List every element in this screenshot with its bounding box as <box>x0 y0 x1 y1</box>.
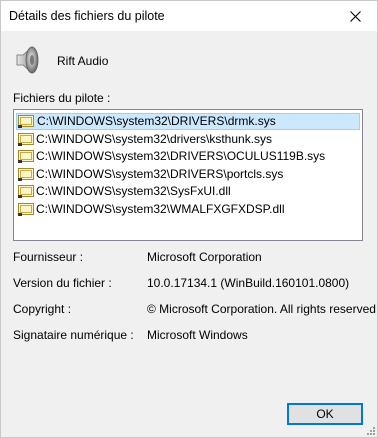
signer-label: Signataire numérique : <box>13 328 134 342</box>
file-item-1[interactable]: C:\WINDOWS\system32\drivers\ksthunk.sys <box>16 131 360 148</box>
title-bar: Détails des fichiers du pilote <box>1 1 377 31</box>
resize-grip-icon[interactable] <box>364 424 376 436</box>
file-path: C:\WINDOWS\system32\DRIVERS\portcls.sys <box>36 166 284 181</box>
driver-file-icon <box>18 167 34 181</box>
ok-button[interactable]: OK <box>287 403 363 425</box>
provider-value: Microsoft Corporation <box>147 250 262 264</box>
copyright-row: Copyright : © Microsoft Corporation. All… <box>13 302 377 318</box>
file-path: C:\WINDOWS\system32\SysFxUI.dll <box>36 184 231 198</box>
driver-file-icon <box>18 115 34 128</box>
file-path: C:\WINDOWS\system32\DRIVERS\OCULUS119B.s… <box>36 149 326 163</box>
driver-file-details-dialog: Détails des fichiers du pilote Rift Audi… <box>0 0 378 438</box>
driver-file-icon <box>18 202 34 216</box>
driver-files-label: Fichiers du pilote : <box>13 91 111 105</box>
driver-file-icon <box>18 150 34 163</box>
copyright-label: Copyright : <box>13 302 72 316</box>
dialog-title: Détails des fichiers du pilote <box>9 9 165 23</box>
file-item-0[interactable]: C:\WINDOWS\system32\DRIVERS\drmk.sys <box>16 113 360 130</box>
driver-files-list[interactable]: C:\WINDOWS\system32\DRIVERS\drmk.sys C:\… <box>13 109 363 241</box>
file-path: C:\WINDOWS\system32\drivers\ksthunk.sys <box>36 131 273 146</box>
device-name: Rift Audio <box>57 54 109 68</box>
driver-file-icon <box>18 132 34 146</box>
version-value: 10.0.17134.1 (WinBuild.160101.0800) <box>147 276 350 290</box>
speaker-icon <box>16 46 39 74</box>
provider-label: Fournisseur : <box>13 250 84 264</box>
file-item-4[interactable]: C:\WINDOWS\system32\SysFxUI.dll <box>16 183 360 200</box>
driver-file-icon <box>18 185 34 198</box>
file-path: C:\WINDOWS\system32\WMALFXGFXDSP.dll <box>36 201 285 216</box>
copyright-value: © Microsoft Corporation. All rights rese… <box>147 302 378 316</box>
close-button[interactable] <box>333 1 377 31</box>
signer-row: Signataire numérique : Microsoft Windows <box>13 328 365 344</box>
file-item-3[interactable]: C:\WINDOWS\system32\DRIVERS\portcls.sys <box>16 166 360 183</box>
version-row: Version du fichier : 10.0.17134.1 (WinBu… <box>13 276 365 292</box>
file-path: C:\WINDOWS\system32\DRIVERS\drmk.sys <box>37 114 276 128</box>
file-item-5[interactable]: C:\WINDOWS\system32\WMALFXGFXDSP.dll <box>16 201 360 218</box>
close-icon <box>349 10 361 22</box>
file-item-2[interactable]: C:\WINDOWS\system32\DRIVERS\OCULUS119B.s… <box>16 148 360 165</box>
version-label: Version du fichier : <box>13 276 112 290</box>
provider-row: Fournisseur : Microsoft Corporation <box>13 250 365 266</box>
signer-value: Microsoft Windows <box>147 328 248 342</box>
